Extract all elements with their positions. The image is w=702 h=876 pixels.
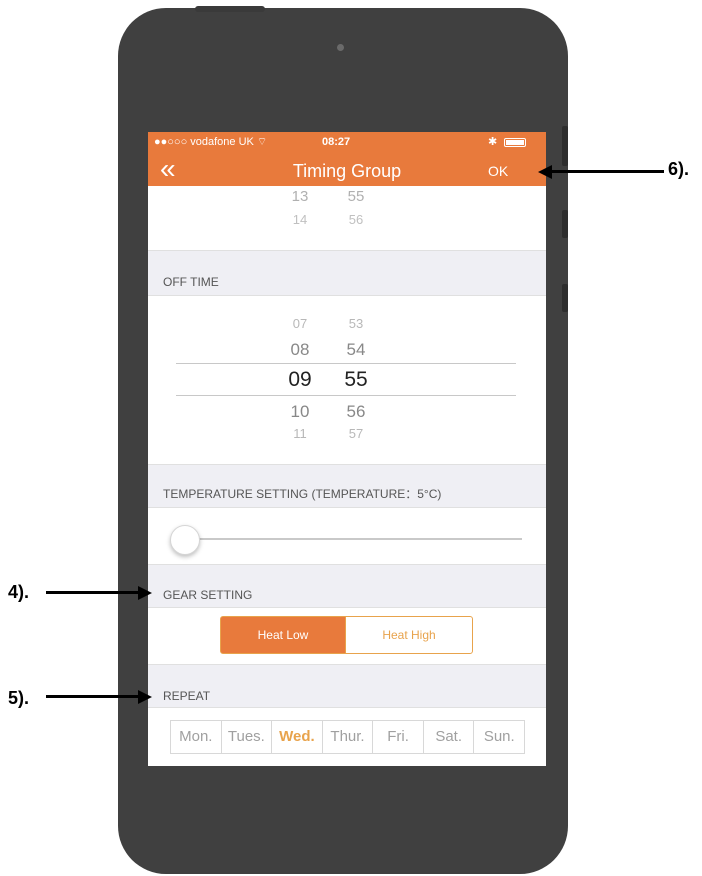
repeat-days: Mon. Tues. Wed. Thur. Fri. Sat. Sun. — [170, 720, 526, 754]
on-time-picker[interactable]: 13 55 14 56 — [148, 186, 546, 250]
day-sun[interactable]: Sun. — [473, 720, 526, 754]
picker-hour: 10 — [290, 402, 310, 421]
status-time: 08:27 — [322, 136, 351, 148]
phone-side-button — [562, 284, 568, 312]
camera-icon — [337, 44, 344, 51]
day-thur[interactable]: Thur. — [321, 720, 374, 754]
picker-hour: 08 — [290, 340, 310, 359]
bluetooth-icon: ✱ — [488, 136, 498, 148]
heat-low-button[interactable]: Heat Low — [220, 616, 346, 654]
off-time-picker[interactable]: 07 53 08 54 09 55 10 56 11 57 — [148, 296, 546, 464]
day-fri[interactable]: Fri. — [372, 720, 424, 754]
day-mon[interactable]: Mon. — [170, 720, 222, 754]
battery-icon — [504, 138, 526, 147]
annotation-label-6: 6). — [668, 159, 690, 179]
temperature-slider-thumb[interactable] — [170, 525, 200, 555]
temperature-header: TEMPERATURE SETTING (TEMPERATURE：5°C) — [148, 464, 546, 508]
annotation-arrow-4 — [138, 586, 152, 600]
picker-hour: 13 — [291, 188, 309, 205]
app-screen: ●●○○○ vodafone UK ⌔ 08:27 ✱ Timing Group… — [148, 132, 546, 766]
day-tues[interactable]: Tues. — [220, 720, 273, 754]
picker-hour: 11 — [293, 426, 307, 441]
selection-divider — [176, 395, 516, 396]
phone-top-button — [195, 6, 265, 12]
picker-minute: 54 — [346, 340, 366, 359]
back-icon[interactable]: « — [160, 152, 176, 186]
phone-side-button — [562, 210, 568, 238]
picker-hour: 14 — [292, 212, 308, 227]
temperature-slider-row — [148, 508, 546, 564]
picker-hour-selected: 09 — [288, 368, 312, 391]
annotation-arrow-4-line — [46, 591, 140, 594]
picker-hour: 07 — [292, 316, 308, 331]
annotation-arrow-5-line — [46, 695, 140, 698]
selection-divider — [176, 363, 516, 364]
day-wed[interactable]: Wed. — [271, 720, 323, 754]
annotation-label-5: 5). — [8, 688, 30, 708]
gear-header: GEAR SETTING — [148, 564, 546, 608]
off-time-header: OFF TIME — [148, 250, 546, 296]
temperature-slider-track[interactable] — [184, 538, 522, 540]
picker-minute-selected: 55 — [344, 368, 368, 391]
picker-minute: 53 — [348, 316, 364, 331]
annotation-arrow-6-line — [550, 170, 664, 173]
nav-bar: Timing Group « OK — [148, 152, 546, 186]
day-sat[interactable]: Sat. — [422, 720, 475, 754]
picker-minute: 55 — [347, 188, 365, 205]
status-bar: ●●○○○ vodafone UK ⌔ 08:27 ✱ — [148, 132, 546, 152]
heat-high-button[interactable]: Heat High — [345, 616, 473, 654]
repeat-header: REPEAT — [148, 664, 546, 708]
annotation-label-4: 4). — [8, 582, 30, 602]
picker-minute: 56 — [346, 402, 366, 421]
picker-minute: 56 — [348, 212, 364, 227]
annotation-arrow-5 — [138, 690, 152, 704]
picker-minute: 57 — [348, 426, 364, 441]
phone-side-button — [562, 126, 568, 166]
carrier-label: ●●○○○ vodafone UK ⌔ — [154, 136, 268, 148]
ok-button[interactable]: OK — [488, 152, 508, 186]
page-title: Timing Group — [292, 161, 402, 181]
